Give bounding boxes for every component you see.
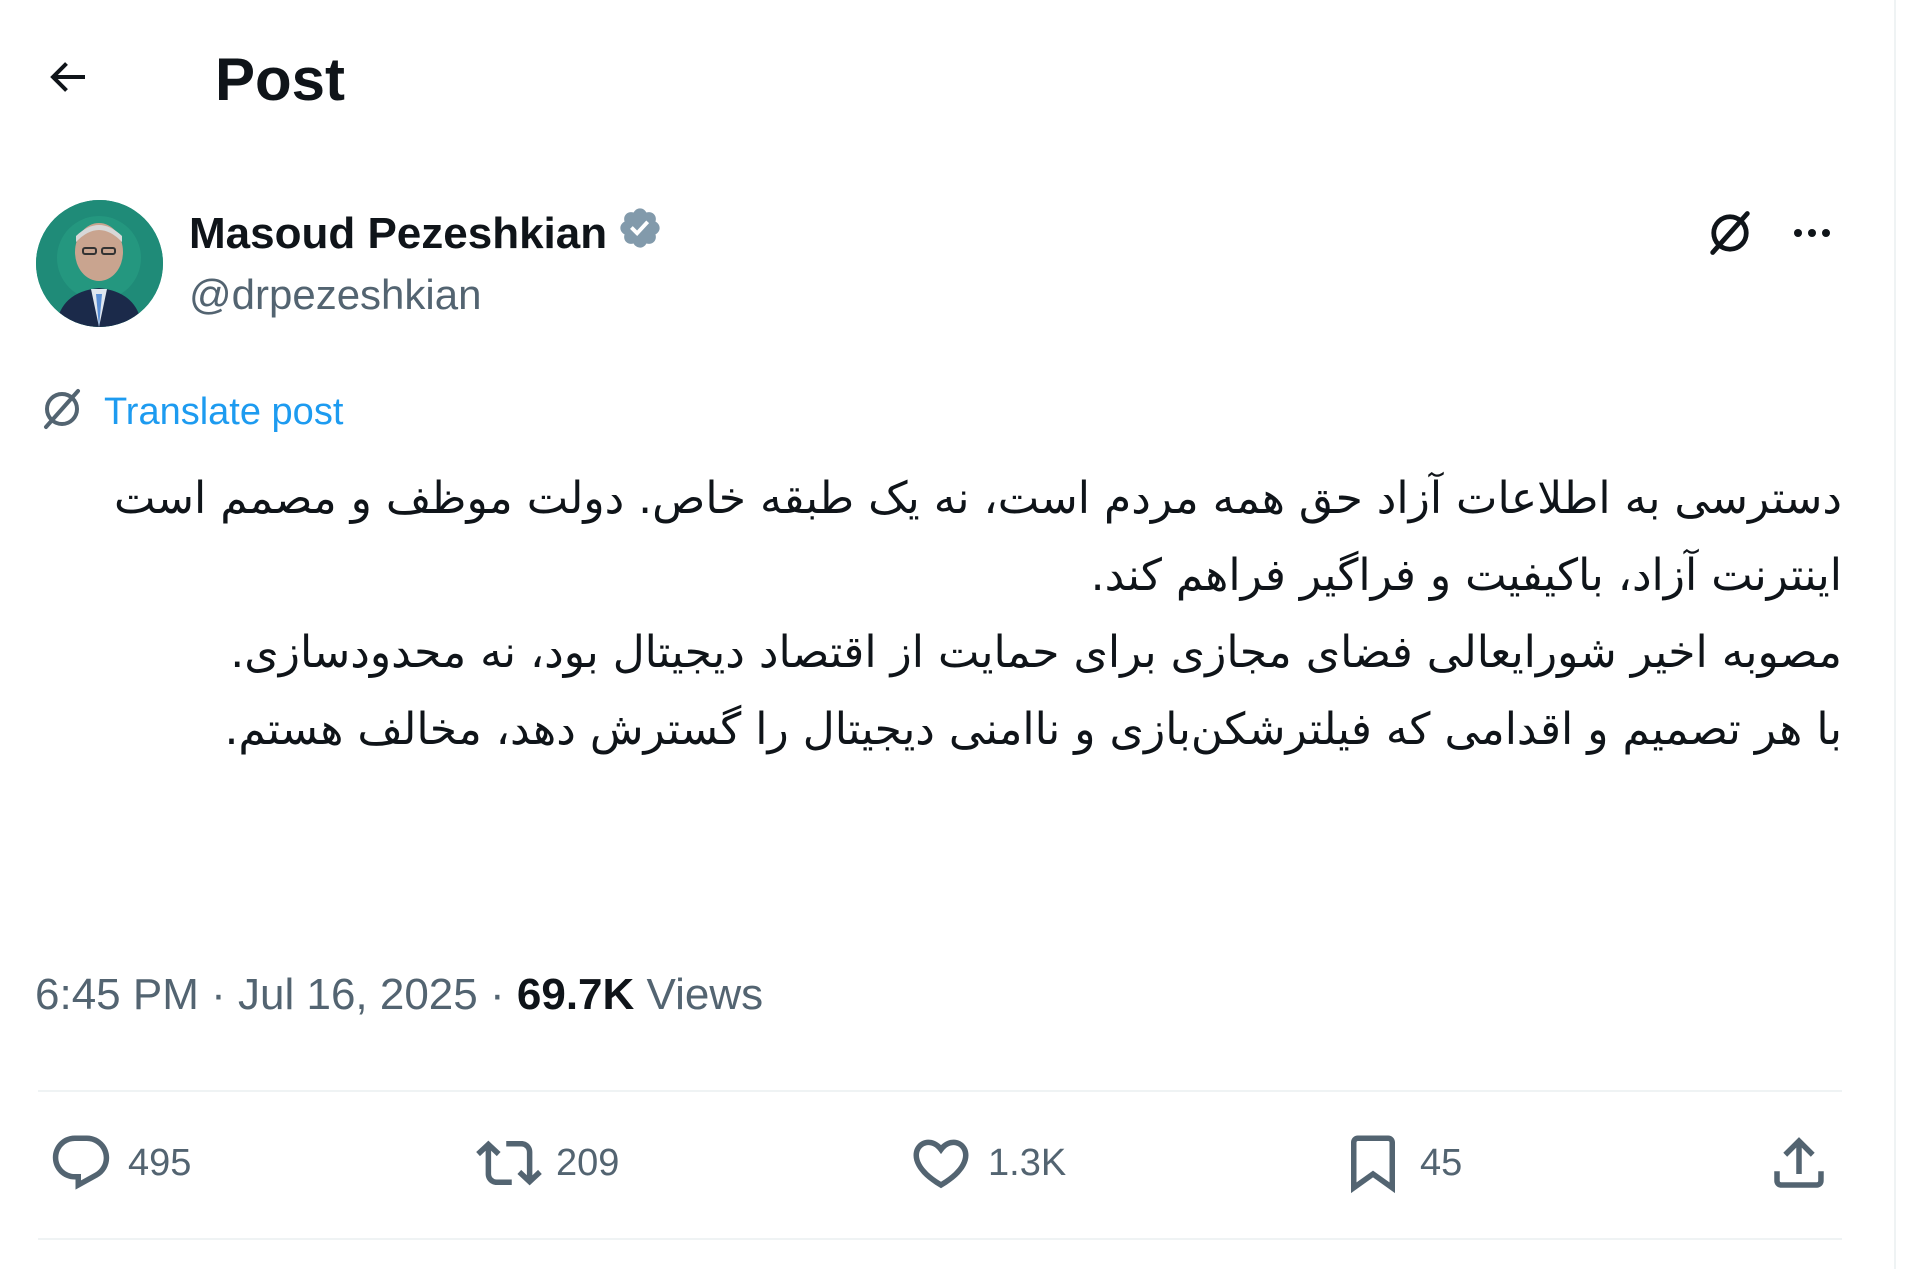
bookmark-button[interactable]: 45 (1340, 1128, 1462, 1198)
meta-separator: · (489, 970, 505, 1019)
post-paragraph: با هر تصمیم و اقدامی که فیلترشکن‌بازی و … (224, 704, 1842, 755)
divider (38, 1090, 1842, 1092)
like-count: 1.3K (988, 1141, 1067, 1184)
post-paragraph: دسترسی به اطلاعات آزاد حق همه مردم است، … (113, 473, 1842, 601)
share-icon (1766, 1130, 1832, 1196)
author-name-row[interactable]: Masoud Pezeshkian (189, 205, 663, 263)
translate-post-link[interactable]: Translate post (38, 385, 343, 438)
page-title: Post (215, 46, 346, 113)
grok-icon (38, 385, 86, 438)
back-button[interactable] (36, 48, 98, 110)
avatar[interactable] (36, 200, 163, 327)
grok-button[interactable] (1700, 205, 1760, 265)
reply-button[interactable]: 495 (48, 1128, 191, 1198)
meta-separator: · (211, 970, 226, 1019)
post-time[interactable]: 6:45 PM (35, 970, 199, 1019)
post-paragraph: مصوبه اخیر شورایعالی فضای مجازی برای حما… (230, 627, 1842, 678)
grok-icon (1704, 207, 1756, 264)
post-meta: 6:45 PM · Jul 16, 2025 · 69.7K Views (35, 968, 763, 1022)
bookmark-count: 45 (1420, 1141, 1463, 1184)
views-count: 69.7K (516, 970, 635, 1019)
post-text: دسترسی به اطلاعات آزاد حق همه مردم است، … (100, 460, 1842, 768)
repost-button[interactable]: 209 (476, 1128, 619, 1198)
author-display-name[interactable]: Masoud Pezeshkian (189, 208, 607, 260)
views-label: Views (646, 970, 764, 1019)
bookmark-icon (1340, 1130, 1406, 1196)
heart-icon (908, 1130, 974, 1196)
translate-post-label[interactable]: Translate post (104, 389, 343, 435)
divider (38, 1238, 1842, 1240)
more-options-button[interactable] (1782, 205, 1842, 265)
more-horizontal-icon (1788, 209, 1836, 262)
author-handle[interactable]: @drpezeshkian (189, 270, 481, 320)
share-button[interactable] (1766, 1128, 1832, 1198)
arrow-left-icon (43, 53, 91, 106)
repost-icon (476, 1130, 542, 1196)
column-border (1894, 0, 1896, 1269)
post-date[interactable]: Jul 16, 2025 (238, 970, 478, 1019)
verified-badge-icon (617, 205, 663, 263)
reply-icon (48, 1130, 114, 1196)
like-button[interactable]: 1.3K (908, 1128, 1066, 1198)
reply-count: 495 (128, 1141, 192, 1184)
repost-count: 209 (556, 1141, 620, 1184)
